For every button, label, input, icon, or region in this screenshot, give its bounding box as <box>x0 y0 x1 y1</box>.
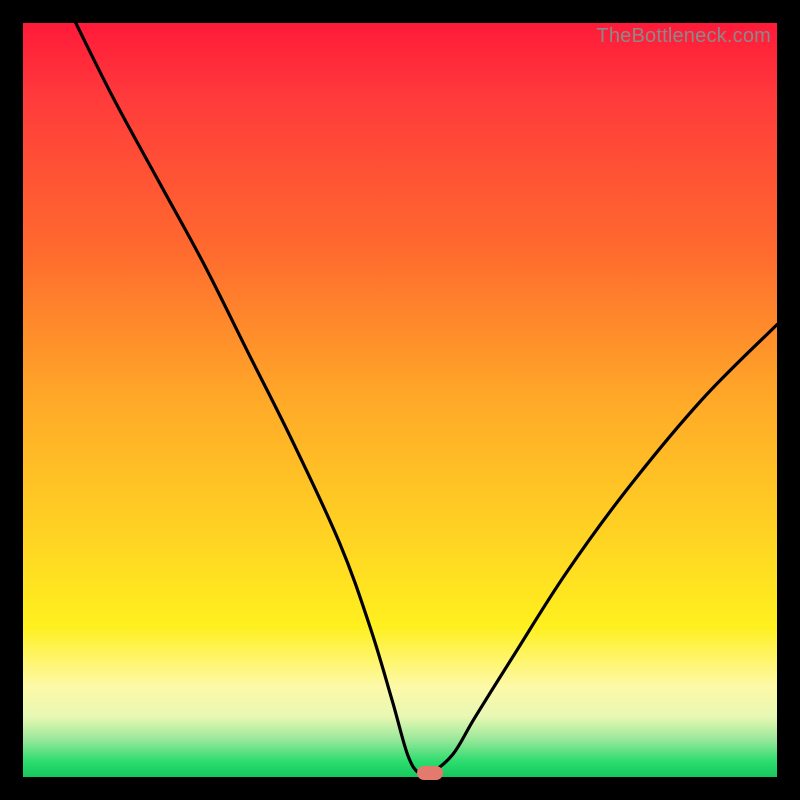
plot-area: TheBottleneck.com <box>23 23 777 777</box>
optimal-point-marker <box>417 766 443 780</box>
bottleneck-curve <box>23 23 777 777</box>
chart-frame: TheBottleneck.com <box>0 0 800 800</box>
